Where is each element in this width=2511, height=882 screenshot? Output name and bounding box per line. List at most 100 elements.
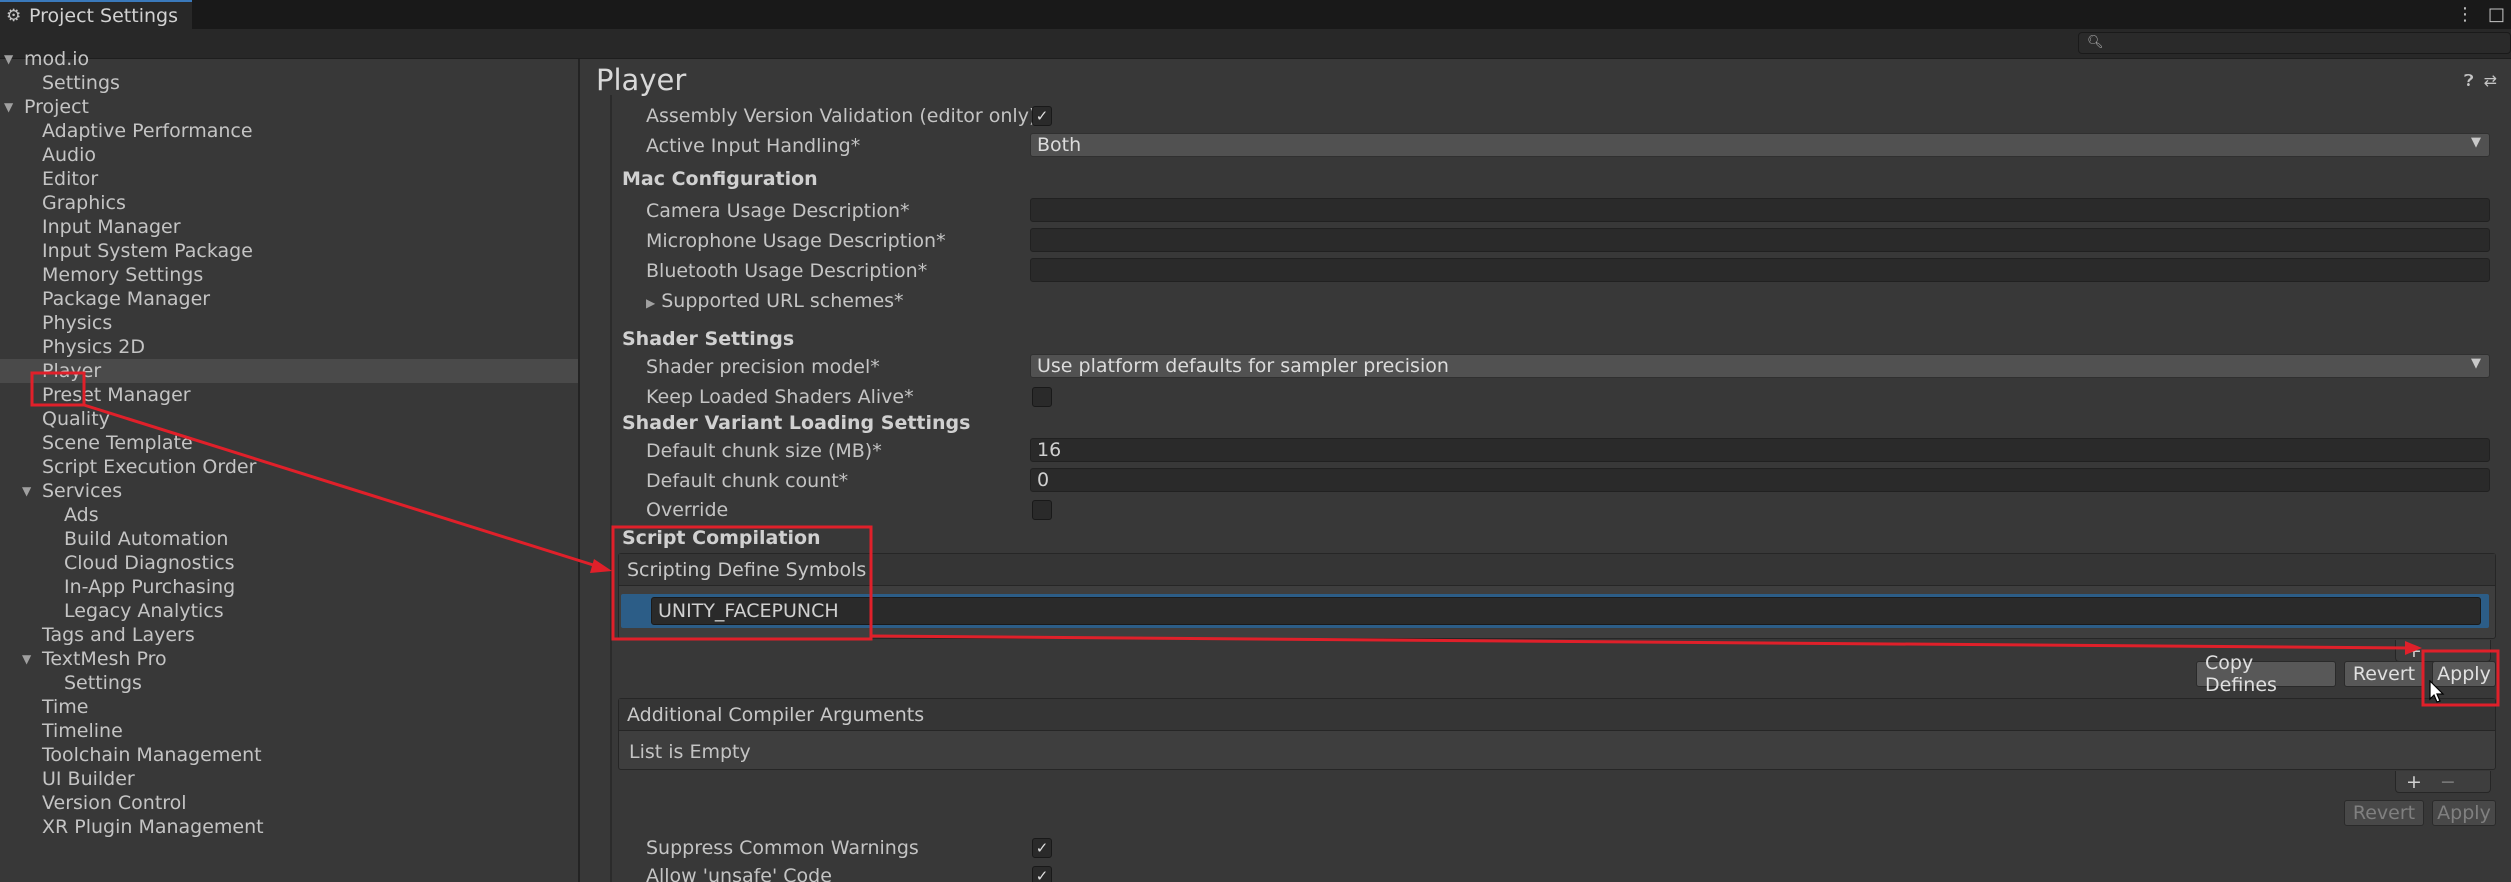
revert-button[interactable]: Revert	[2344, 661, 2424, 687]
active-input-label: Active Input Handling*	[646, 135, 861, 157]
override-label: Override	[646, 499, 729, 521]
page-title: Player	[596, 63, 687, 97]
remove-argument-button[interactable]: −	[2440, 771, 2456, 793]
chevron-down-icon[interactable]: ▼	[4, 52, 18, 66]
compiler-args-list: Additional Compiler Arguments List is Em…	[618, 698, 2496, 770]
mouse-cursor-icon	[2429, 680, 2445, 703]
sidebar-item-label: Time	[42, 696, 89, 718]
allow-unsafe-label: Allow 'unsafe' Code	[646, 865, 832, 882]
sidebar-item-label: Memory Settings	[42, 264, 204, 286]
sidebar-item-mod-io[interactable]: ▼ mod.io	[0, 47, 578, 71]
search-input[interactable]: 🔍︎	[2078, 32, 2511, 54]
settings-sidebar: ▼ mod.io Settings ▼ Project Adaptive Performa…	[0, 48, 580, 882]
window-tab[interactable]: ⚙ Project Settings	[0, 0, 192, 29]
sidebar-item-toolchain-management[interactable]: Toolchain Management	[0, 743, 578, 767]
suppress-warnings-checkbox[interactable]: ✓	[1032, 838, 1052, 858]
sidebar-item-label: Legacy Analytics	[64, 600, 224, 622]
sidebar-item-in-app-purchasing[interactable]: In-App Purchasing	[0, 575, 578, 599]
sidebar-item-label: In-App Purchasing	[64, 576, 236, 598]
chevron-down-icon[interactable]: ▼	[4, 100, 18, 114]
sidebar-item-label: Adaptive Performance	[42, 120, 253, 142]
sidebar-item-player[interactable]: Player	[0, 359, 578, 383]
allow-unsafe-checkbox[interactable]: ✓	[1032, 866, 1052, 882]
suppress-warnings-label: Suppress Common Warnings	[646, 837, 919, 859]
chevron-down-icon[interactable]: ▼	[22, 652, 36, 666]
sidebar-item-physics-2d[interactable]: Physics 2D	[0, 335, 578, 359]
sidebar-item-input-system-package[interactable]: Input System Package	[0, 239, 578, 263]
sidebar-item-label: UI Builder	[42, 768, 135, 790]
add-symbol-button[interactable]: +	[2406, 640, 2422, 662]
sidebar-item-cloud-diagnostics[interactable]: Cloud Diagnostics	[0, 551, 578, 575]
bluetooth-usage-field[interactable]	[1030, 258, 2490, 282]
url-schemes-foldout[interactable]: ▶ Supported URL schemes*	[646, 290, 904, 312]
active-input-value: Both	[1037, 134, 1082, 156]
search-icon: 🔍︎	[2087, 35, 2104, 50]
sidebar-item-timeline[interactable]: Timeline	[0, 719, 578, 743]
keep-shaders-checkbox[interactable]	[1032, 387, 1052, 407]
sidebar-item-label: Script Execution Order	[42, 456, 257, 478]
sidebar-item-version-control[interactable]: Version Control	[0, 791, 578, 815]
sidebar-item-settings[interactable]: Settings	[0, 671, 578, 695]
sidebar-item-label: Quality	[42, 408, 110, 430]
sidebar-item-memory-settings[interactable]: Memory Settings	[0, 263, 578, 287]
sidebar-item-services[interactable]: ▼ Services	[0, 479, 578, 503]
camera-usage-field[interactable]	[1030, 198, 2490, 222]
sidebar-item-editor[interactable]: Editor	[0, 167, 578, 191]
chevron-right-icon: ▶	[646, 296, 656, 310]
chunk-size-field[interactable]: 16	[1030, 438, 2490, 462]
shader-variant-header: Shader Variant Loading Settings	[622, 412, 971, 434]
sidebar-item-build-automation[interactable]: Build Automation	[0, 527, 578, 551]
define-symbol-field[interactable]: UNITY_FACEPUNCH	[651, 597, 2481, 625]
sidebar-item-textmesh-pro[interactable]: ▼ TextMesh Pro	[0, 647, 578, 671]
sidebar-item-input-manager[interactable]: Input Manager	[0, 215, 578, 239]
override-checkbox[interactable]	[1032, 500, 1052, 520]
sidebar-item-project[interactable]: ▼ Project	[0, 95, 578, 119]
script-compilation-header: Script Compilation	[622, 527, 821, 549]
sidebar-item-label: Services	[42, 480, 123, 502]
sidebar-item-tags-and-layers[interactable]: Tags and Layers	[0, 623, 578, 647]
sidebar-item-package-manager[interactable]: Package Manager	[0, 287, 578, 311]
shader-precision-dropdown[interactable]: Use platform defaults for sampler precis…	[1030, 354, 2490, 378]
sidebar-item-physics[interactable]: Physics	[0, 311, 578, 335]
sidebar-item-audio[interactable]: Audio	[0, 143, 578, 167]
sidebar-item-ui-builder[interactable]: UI Builder	[0, 767, 578, 791]
add-argument-button[interactable]: +	[2406, 771, 2422, 793]
more-options-icon[interactable]: ⋮	[2456, 4, 2474, 25]
help-icon[interactable]: ❓︎	[2464, 71, 2474, 91]
compiler-args-plus-minus: + −	[2395, 771, 2491, 793]
sidebar-item-xr-plugin-management[interactable]: XR Plugin Management	[0, 815, 578, 839]
copy-defines-button[interactable]: Copy Defines	[2196, 652, 2336, 696]
sidebar-item-label: Graphics	[42, 192, 126, 214]
preset-icon[interactable]: ⇄	[2484, 71, 2497, 91]
sidebar-item-script-execution-order[interactable]: Script Execution Order	[0, 455, 578, 479]
sidebar-item-label: Ads	[64, 504, 99, 526]
active-input-dropdown[interactable]: Both ▼	[1030, 133, 2490, 157]
maximize-icon[interactable]: □	[2488, 4, 2505, 25]
sidebar-item-label: Input Manager	[42, 216, 181, 238]
sidebar-item-quality[interactable]: Quality	[0, 407, 578, 431]
camera-usage-label: Camera Usage Description*	[646, 200, 910, 222]
sidebar-item-label: mod.io	[24, 48, 90, 70]
list-item[interactable]: UNITY_FACEPUNCH	[621, 594, 2489, 628]
sidebar-item-legacy-analytics[interactable]: Legacy Analytics	[0, 599, 578, 623]
sidebar-item-adaptive-performance[interactable]: Adaptive Performance	[0, 119, 578, 143]
chevron-down-icon[interactable]: ▼	[22, 484, 36, 498]
chunk-count-field[interactable]: 0	[1030, 468, 2490, 492]
sidebar-item-scene-template[interactable]: Scene Template	[0, 431, 578, 455]
sidebar-item-label: Timeline	[42, 720, 123, 742]
sidebar-item-settings[interactable]: Settings	[0, 71, 578, 95]
sidebar-item-preset-manager[interactable]: Preset Manager	[0, 383, 578, 407]
chunk-size-label: Default chunk size (MB)*	[646, 440, 882, 462]
revert-arguments-button[interactable]: Revert	[2344, 800, 2424, 826]
assembly-validation-checkbox[interactable]: ✓	[1032, 106, 1052, 126]
apply-arguments-button[interactable]: Apply	[2432, 800, 2496, 826]
shader-precision-value: Use platform defaults for sampler precis…	[1037, 355, 1449, 377]
sidebar-item-time[interactable]: Time	[0, 695, 578, 719]
sidebar-item-label: Scene Template	[42, 432, 193, 454]
remove-symbol-button[interactable]: −	[2440, 640, 2456, 662]
compiler-args-header: Additional Compiler Arguments	[619, 699, 2495, 731]
sidebar-item-ads[interactable]: Ads	[0, 503, 578, 527]
gear-icon: ⚙	[6, 5, 22, 26]
sidebar-item-graphics[interactable]: Graphics	[0, 191, 578, 215]
microphone-usage-field[interactable]	[1030, 228, 2490, 252]
